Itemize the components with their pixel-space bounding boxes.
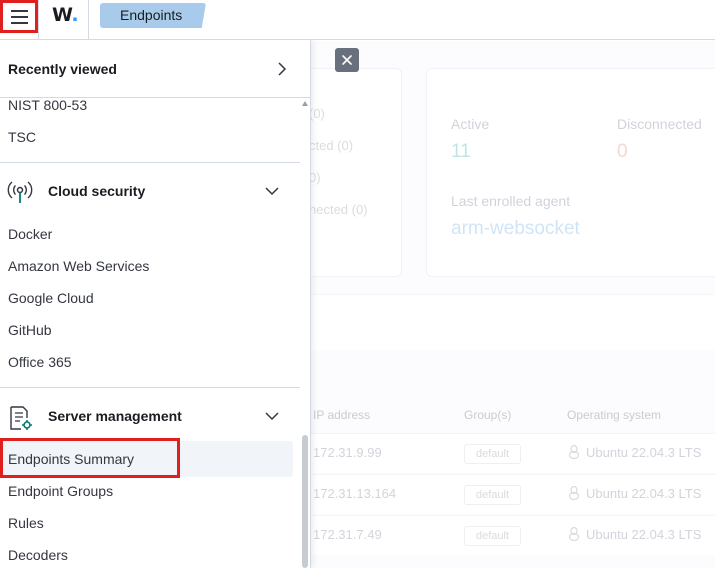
nav-item-google-cloud[interactable]: Google Cloud xyxy=(8,290,94,306)
nav-item-office-365[interactable]: Office 365 xyxy=(8,354,72,370)
document-gear-icon xyxy=(10,406,32,430)
scrollbar-thumb[interactable] xyxy=(302,435,308,568)
nav-item-github[interactable]: GitHub xyxy=(8,322,52,338)
breadcrumb[interactable]: Endpoints xyxy=(100,3,206,28)
scroll-up-arrow[interactable] xyxy=(302,101,308,106)
hamburger-icon xyxy=(10,9,28,12)
header-divider xyxy=(88,0,89,40)
chevron-right-icon xyxy=(278,62,287,76)
server-management-group-toggle[interactable]: Server management xyxy=(0,388,300,444)
hamburger-icon xyxy=(10,15,28,18)
nav-item-decoders[interactable]: Decoders xyxy=(8,547,68,563)
nav-item-aws[interactable]: Amazon Web Services xyxy=(8,258,149,274)
server-management-title: Server management xyxy=(48,408,182,424)
side-navigation: Recently viewed NIST 800-53 TSC Cloud se… xyxy=(0,40,311,568)
top-header: W. Endpoints xyxy=(0,0,715,40)
recently-viewed-header[interactable]: Recently viewed xyxy=(0,40,310,98)
cloud-security-group-toggle[interactable]: Cloud security xyxy=(0,163,300,219)
nav-item-tsc[interactable]: TSC xyxy=(8,129,36,145)
hamburger-icon xyxy=(10,21,28,24)
chevron-down-icon xyxy=(265,187,279,196)
header-divider xyxy=(38,0,39,40)
chevron-down-icon xyxy=(265,412,279,421)
selection-highlight xyxy=(0,438,180,478)
app-logo[interactable]: W. xyxy=(52,4,79,26)
antenna-icon xyxy=(7,181,33,203)
recently-viewed-label: Recently viewed xyxy=(8,61,117,77)
nav-item-endpoint-groups[interactable]: Endpoint Groups xyxy=(8,483,113,499)
close-nav-button[interactable] xyxy=(335,48,359,72)
nav-item-docker[interactable]: Docker xyxy=(8,226,52,242)
menu-toggle-button[interactable] xyxy=(0,0,38,33)
close-icon xyxy=(342,55,352,65)
nav-item-nist[interactable]: NIST 800-53 xyxy=(8,97,87,113)
cloud-security-title: Cloud security xyxy=(48,183,146,199)
nav-item-rules[interactable]: Rules xyxy=(8,515,44,531)
